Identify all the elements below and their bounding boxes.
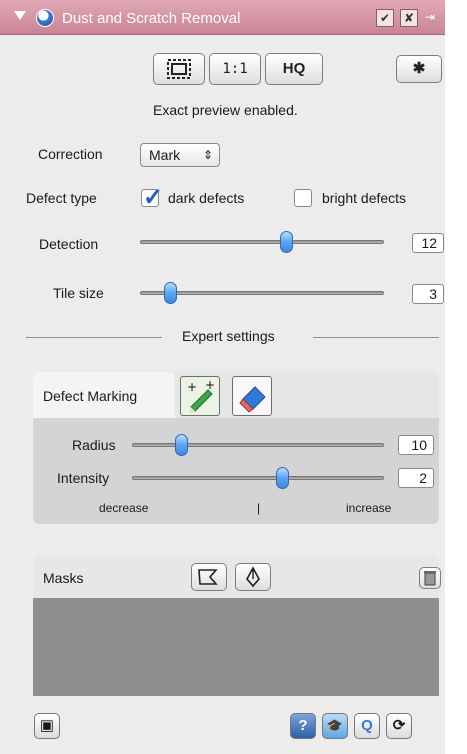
expert-settings-toggle[interactable]: Expert settings	[182, 328, 275, 344]
defect-marking-label: Defect Marking	[43, 388, 138, 404]
detection-slider-track[interactable]	[140, 240, 384, 244]
refresh-icon: ⟳	[392, 717, 406, 734]
tile-size-value[interactable]: 3	[412, 284, 444, 304]
tile-size-slider-knob[interactable]	[164, 282, 177, 304]
eraser-icon	[239, 386, 266, 413]
tutorial-button[interactable]: 🎓	[322, 713, 348, 739]
hq-button[interactable]: HQ	[265, 53, 323, 85]
collapse-triangle-icon[interactable]	[14, 11, 26, 20]
correction-label: Correction	[38, 146, 103, 162]
eraser-button[interactable]	[232, 376, 272, 416]
expert-divider-left	[26, 337, 162, 338]
pen-mask-button[interactable]	[235, 563, 271, 591]
bright-defects-checkbox[interactable]	[294, 189, 312, 207]
reset-button[interactable]: ⟳	[386, 713, 412, 739]
defect-type-label: Defect type	[26, 190, 97, 206]
correction-value: Mark	[149, 147, 181, 163]
radius-slider-knob[interactable]	[175, 434, 188, 456]
lasso-brush-icon	[198, 569, 218, 585]
decrease-label: decrease	[99, 501, 149, 515]
plugin-panel: Dust and Scratch Removal ✔ ✘ ⇥ 1:1 HQ ✱ …	[0, 0, 445, 754]
increase-label: increase	[346, 501, 392, 515]
fit-preview-button[interactable]	[153, 53, 205, 85]
intensity-slider-knob[interactable]	[276, 467, 289, 489]
masks-list-area[interactable]	[33, 598, 439, 696]
masks-label: Masks	[43, 570, 84, 586]
checkmark-icon: ✓	[143, 184, 164, 211]
intensity-slider-track[interactable]	[132, 476, 384, 480]
svg-text:+: +	[187, 380, 197, 394]
tile-size-label: Tile size	[53, 285, 104, 301]
fit-frame-icon	[167, 59, 191, 79]
help-icon: ?	[298, 717, 308, 734]
dark-defects-label: dark defects	[168, 190, 245, 206]
detection-label: Detection	[39, 236, 99, 252]
add-mark-pen-button[interactable]: + +	[180, 376, 220, 416]
radius-slider-track[interactable]	[132, 443, 384, 447]
radius-label: Radius	[72, 437, 116, 453]
radius-value[interactable]: 10	[398, 435, 434, 455]
correction-select[interactable]: Mark ⇕	[140, 143, 220, 167]
dark-defects-checkbox[interactable]: ✓	[141, 184, 163, 211]
quality-button[interactable]: Q	[354, 713, 380, 739]
detection-slider-knob[interactable]	[280, 231, 293, 253]
one-to-one-button[interactable]: 1:1	[209, 53, 261, 85]
intensity-label: Intensity	[57, 470, 110, 486]
center-mark: |	[257, 501, 261, 515]
pen-nib-icon	[246, 566, 260, 588]
save-preset-button[interactable]: ▣	[34, 713, 60, 739]
bright-defects-label: bright defects	[322, 190, 407, 206]
add-pen-icon: + +	[187, 378, 215, 413]
brush-mask-button[interactable]	[191, 563, 227, 591]
preview-status: Exact preview enabled.	[153, 102, 298, 118]
q-circle-icon: Q	[361, 717, 373, 734]
graduation-cap-icon: 🎓	[326, 718, 344, 733]
apply-check-button[interactable]: ✔	[376, 9, 394, 27]
panel-title: Dust and Scratch Removal	[62, 10, 241, 27]
detach-icon[interactable]: ⇥	[421, 9, 439, 27]
detection-value[interactable]: 12	[412, 233, 444, 253]
trash-icon	[424, 571, 436, 586]
close-button[interactable]: ✘	[400, 9, 418, 27]
svg-text:+: +	[205, 378, 215, 392]
expert-divider-right	[313, 337, 439, 338]
plugin-logo-icon	[36, 9, 54, 27]
floppy-icon: ▣	[39, 717, 55, 734]
gear-icon: ✱	[412, 60, 426, 77]
help-button[interactable]: ?	[290, 713, 316, 739]
delete-mask-button[interactable]	[419, 567, 441, 589]
intensity-value[interactable]: 2	[398, 468, 434, 488]
popup-arrows-icon: ⇕	[202, 148, 213, 162]
titlebar: Dust and Scratch Removal ✔ ✘ ⇥	[0, 0, 445, 35]
settings-gear-button[interactable]: ✱	[396, 55, 442, 83]
